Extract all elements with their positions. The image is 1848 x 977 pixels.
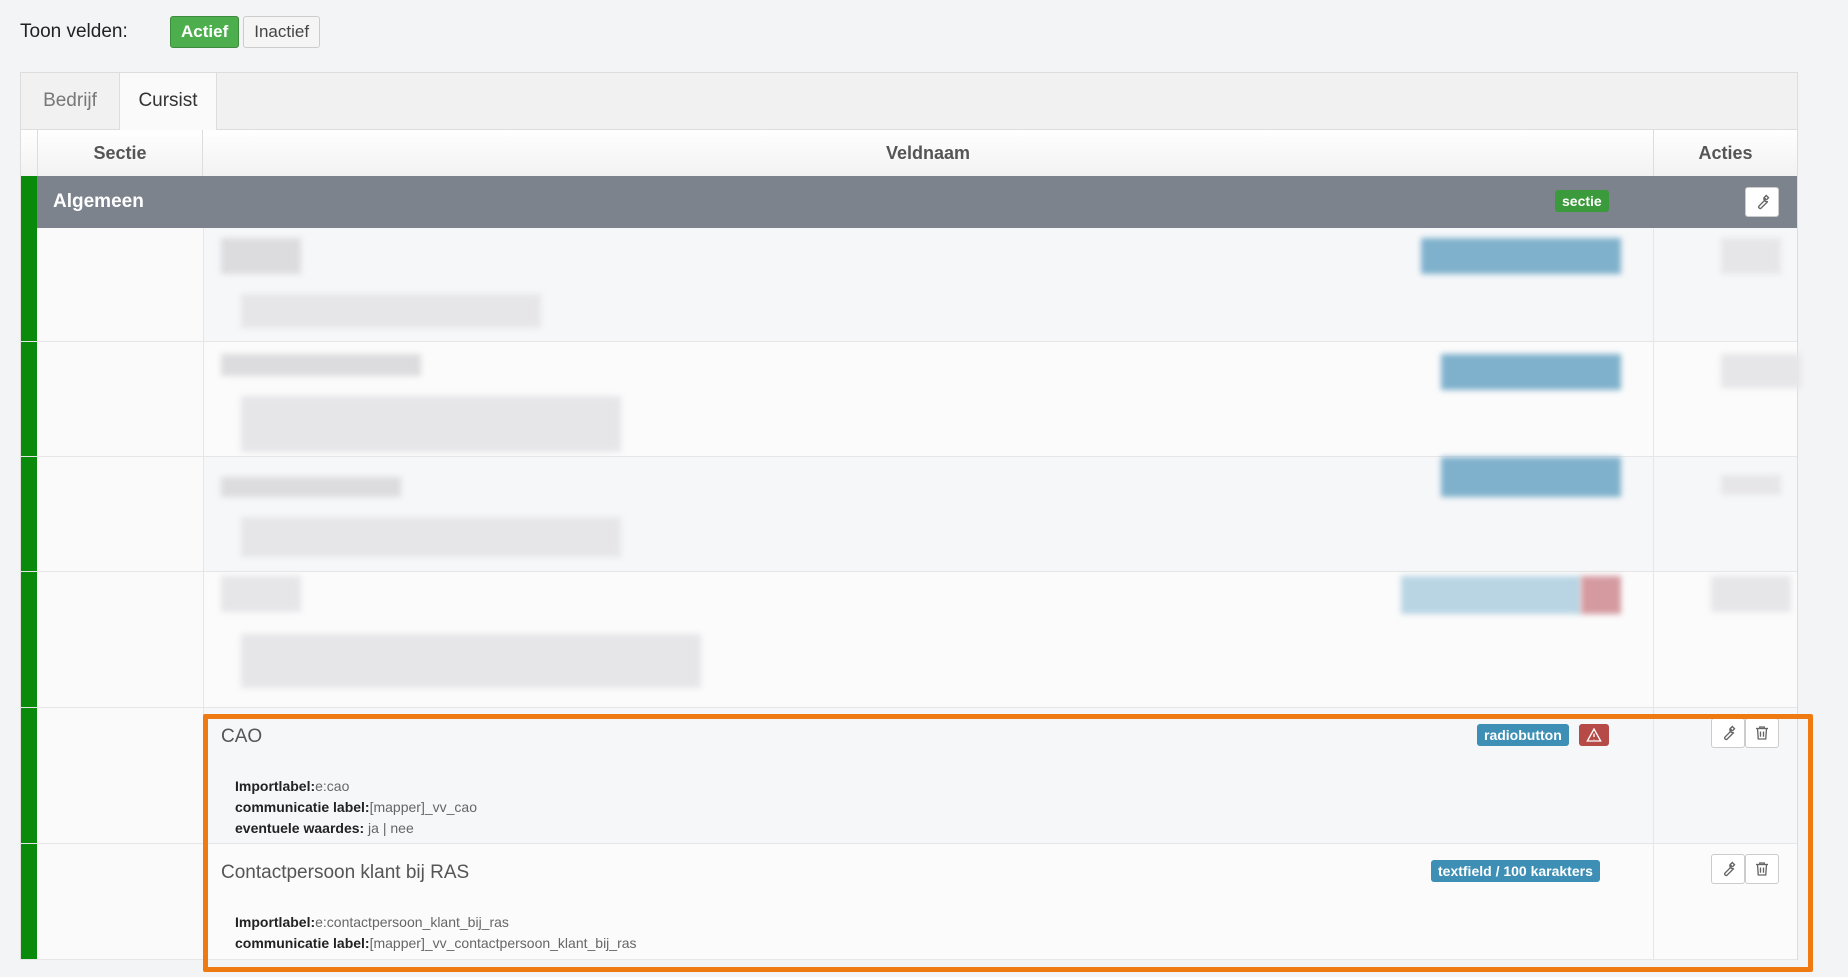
field-filter-toolbar: Toon velden: Actief Inactief	[20, 14, 324, 50]
redacted-text	[241, 517, 621, 557]
delete-field-button[interactable]	[1745, 718, 1779, 748]
table-row-contactpersoon: Contactpersoon klant bij RAS textfield /…	[21, 844, 1797, 960]
sectie-cell	[37, 708, 204, 843]
header-sectie: Sectie	[37, 130, 203, 176]
warning-icon	[1586, 727, 1602, 742]
redacted-badge	[1441, 354, 1621, 390]
sectie-cell	[37, 342, 204, 456]
status-bar	[21, 844, 37, 959]
status-bar	[21, 457, 37, 571]
tab-bedrijf[interactable]: Bedrijf	[21, 73, 119, 129]
redacted-badge	[1401, 576, 1581, 614]
edit-field-button[interactable]	[1711, 854, 1745, 884]
redacted-text	[221, 576, 301, 612]
warning-badge	[1579, 724, 1609, 746]
sectie-cell	[37, 572, 204, 707]
section-edit-button[interactable]	[1745, 187, 1779, 217]
wrench-icon	[1724, 861, 1736, 877]
field-meta: Importlabel:e:cao communicatie label:[ma…	[235, 776, 477, 839]
redacted-text	[221, 477, 401, 497]
blurred-row	[21, 228, 1797, 342]
communicatie-label-line: communicatie label:[mapper]_vv_cao	[235, 799, 477, 815]
redacted-text	[221, 238, 301, 274]
header-veldnaam: Veldnaam	[885, 143, 971, 163]
status-bar	[21, 708, 37, 843]
redacted-text	[241, 634, 701, 688]
active-filter-button[interactable]: Actief	[170, 16, 240, 48]
redacted-text	[241, 294, 541, 328]
status-bar	[21, 572, 37, 707]
show-fields-label: Toon velden:	[20, 21, 128, 42]
trash-icon	[1756, 726, 1768, 740]
eventuele-waardes-line: eventuele waardes: ja | nee	[235, 820, 414, 836]
redacted-badge	[1441, 457, 1621, 497]
delete-field-button[interactable]	[1745, 854, 1779, 884]
redacted-badge	[1421, 238, 1621, 274]
redacted-text	[221, 354, 421, 376]
redacted-actions	[1721, 238, 1781, 274]
tab-bar: Bedrijf Cursist	[21, 73, 1797, 130]
field-type-badge: radiobutton	[1477, 724, 1569, 746]
field-name: Contactpersoon klant bij RAS	[221, 862, 470, 883]
sectie-cell	[37, 457, 204, 571]
communicatie-label-line: communicatie label:[mapper]_vv_contactpe…	[235, 935, 637, 951]
redacted-actions	[1721, 354, 1801, 388]
field-meta: Importlabel:e:contactpersoon_klant_bij_r…	[235, 912, 637, 954]
table-row-cao: CAO radiobutton Importlabel:e:cao commun…	[21, 708, 1797, 844]
wrench-icon	[1758, 194, 1770, 210]
section-row: Algemeen sectie	[21, 176, 1797, 228]
redacted-actions	[1711, 576, 1791, 612]
tab-cursist[interactable]: Cursist	[119, 73, 217, 130]
header-acties: Acties	[1653, 130, 1797, 176]
field-name: CAO	[221, 726, 263, 747]
section-title: Algemeen	[53, 191, 144, 212]
table-header: Sectie Veldnaam Acties	[21, 130, 1797, 177]
importlabel-line: Importlabel:e:contactpersoon_klant_bij_r…	[235, 914, 509, 930]
importlabel-line: Importlabel:e:cao	[235, 778, 350, 794]
inactive-filter-button[interactable]: Inactief	[243, 16, 321, 48]
edit-field-button[interactable]	[1711, 718, 1745, 748]
wrench-icon	[1724, 725, 1736, 741]
redacted-badge	[1581, 576, 1621, 614]
fields-panel: Bedrijf Cursist Sectie Veldnaam Acties A…	[20, 72, 1801, 960]
status-bar	[21, 176, 37, 228]
blurred-row	[21, 342, 1801, 457]
field-type-badge: textfield / 100 karakters	[1431, 860, 1600, 882]
redacted-text	[241, 396, 621, 452]
status-bar	[21, 342, 37, 456]
section-badge: sectie	[1555, 190, 1609, 212]
trash-icon	[1756, 862, 1768, 876]
status-bar	[21, 228, 37, 341]
blurred-row	[21, 572, 1797, 708]
sectie-cell	[37, 844, 204, 959]
blurred-row	[21, 457, 1797, 572]
sectie-cell	[37, 228, 204, 341]
redacted-actions	[1721, 475, 1781, 495]
